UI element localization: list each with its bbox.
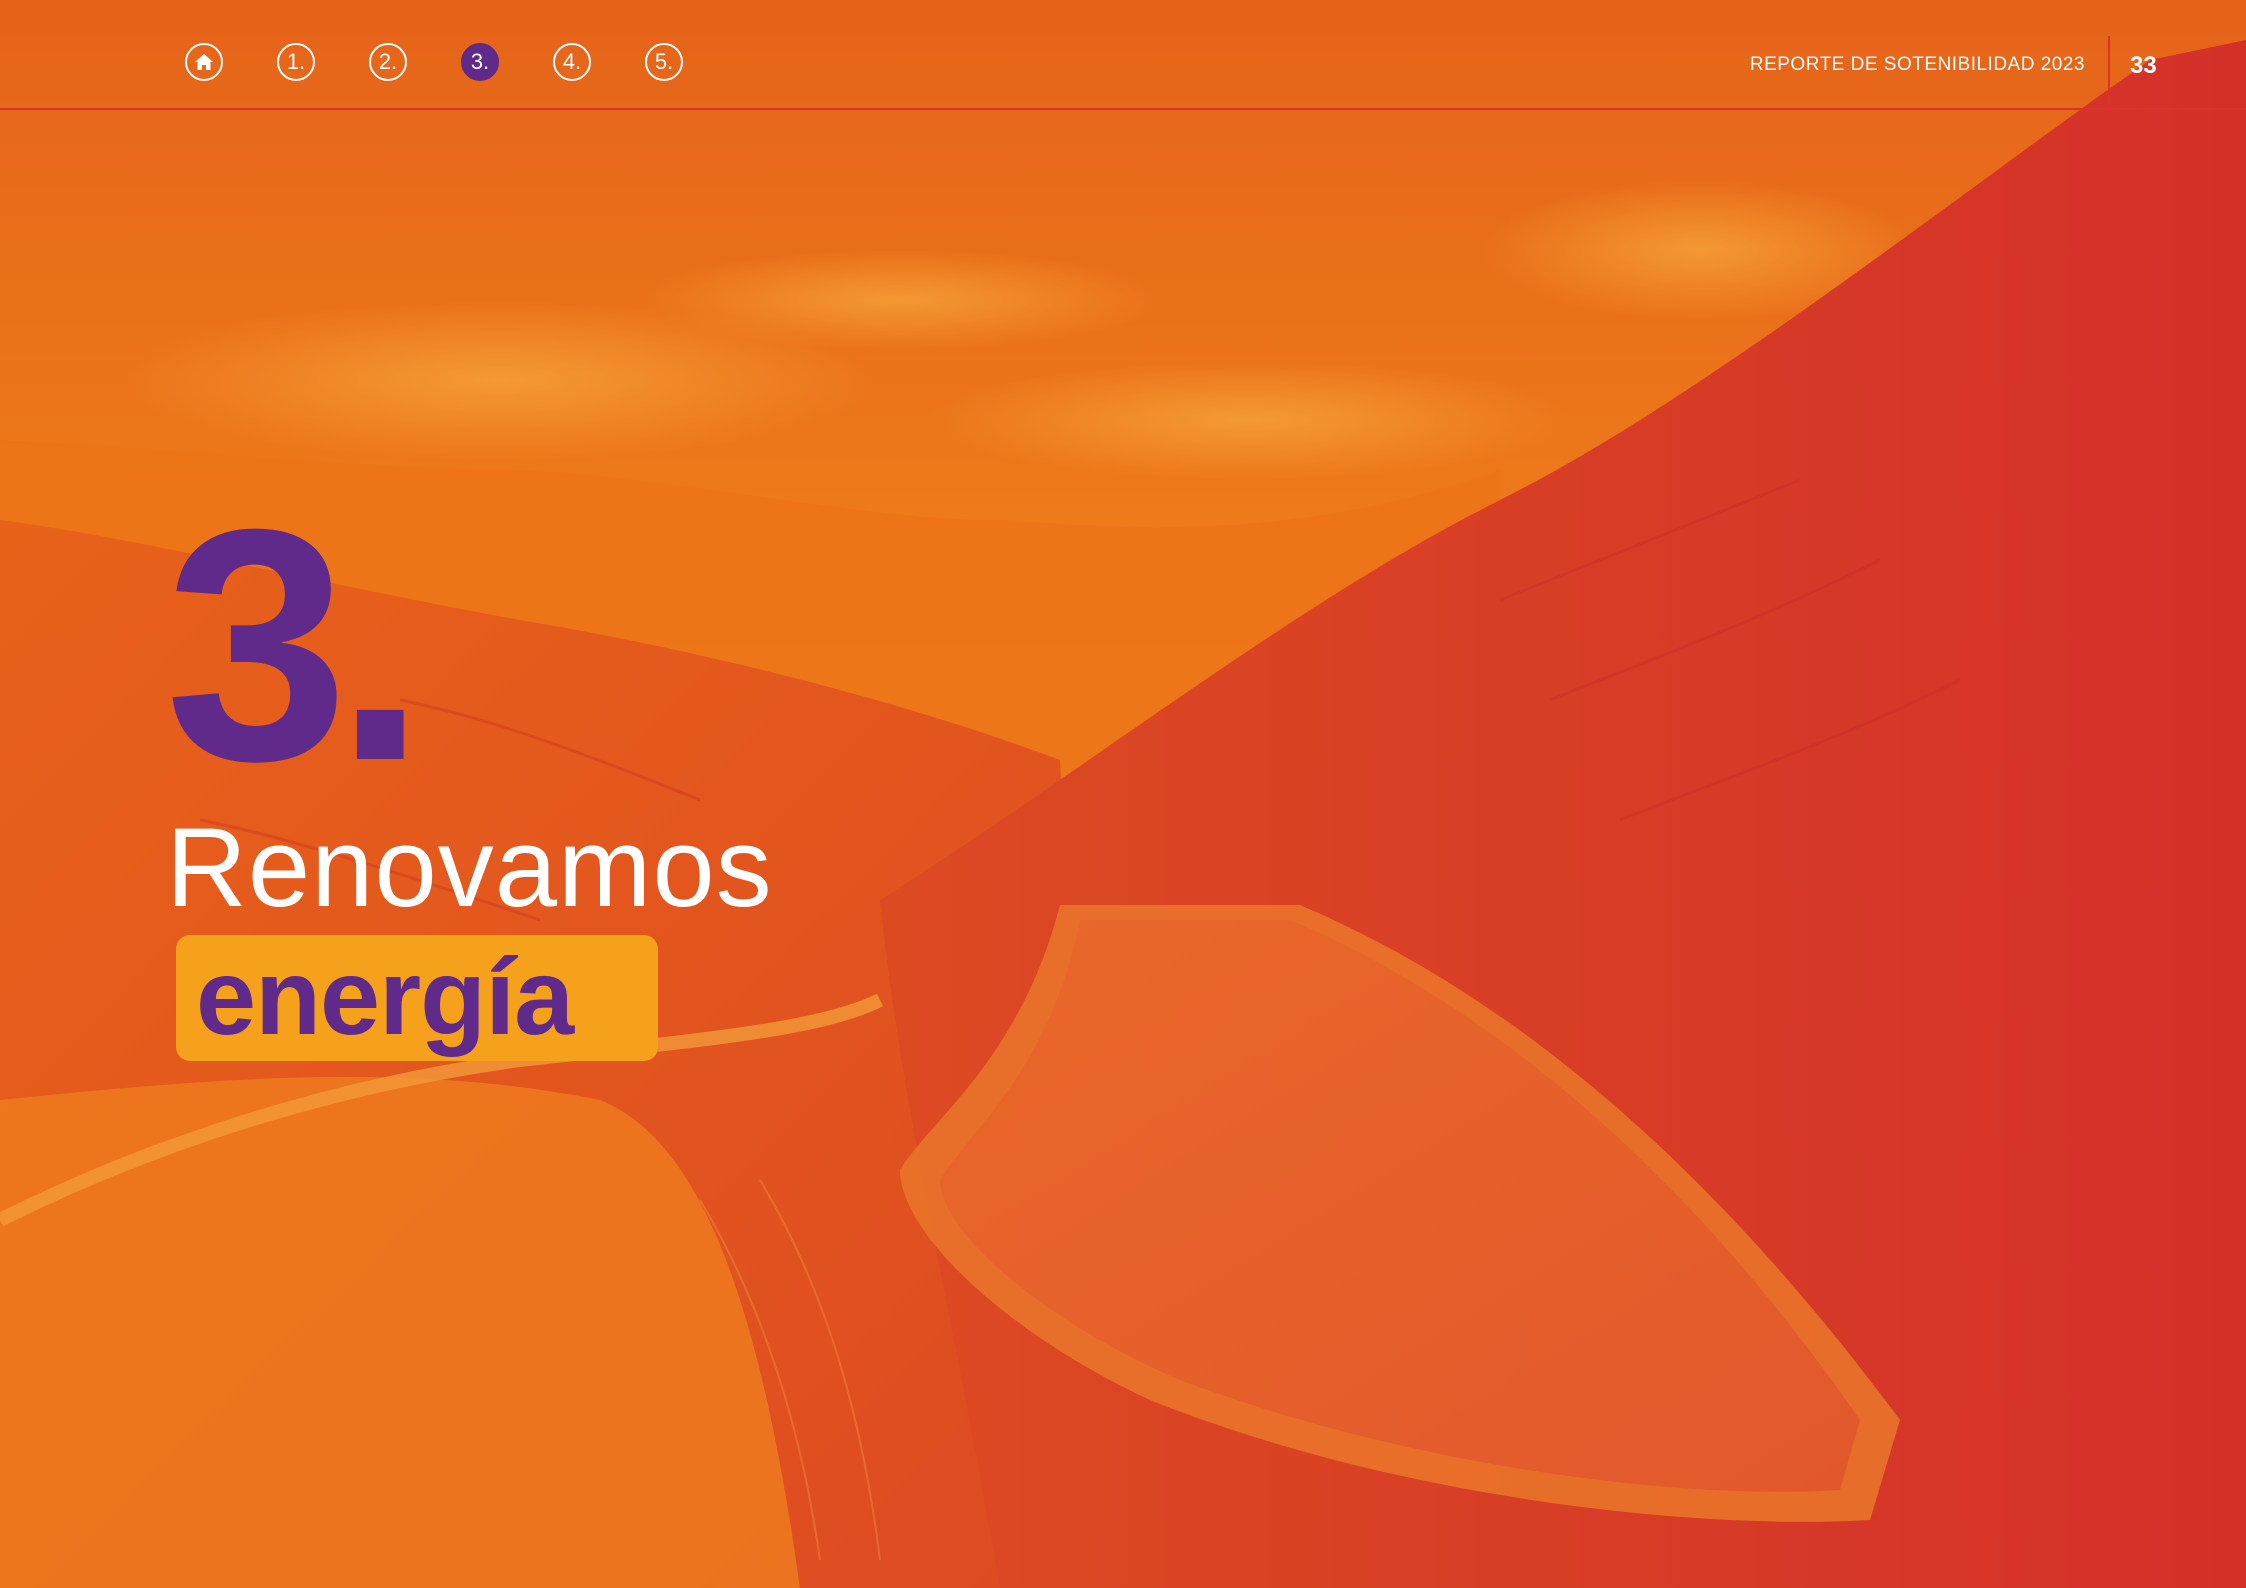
home-icon [195,54,213,70]
chapter-navigation: 1. 2. 3. 4. 5. [185,43,683,81]
nav-chapter-3-button[interactable]: 3. [461,43,499,81]
nav-chapter-4-button[interactable]: 4. [553,43,591,81]
nav-chapter-5-button[interactable]: 5. [645,43,683,81]
header-divider [2108,36,2110,106]
nav-home-button[interactable] [185,43,223,81]
page-number: 33 [2130,52,2157,79]
header-rule [0,108,2246,110]
nav-chapter-2-button[interactable]: 2. [369,43,407,81]
section-title-line1: Renovamos [166,805,773,930]
section-title-line2: energía [196,936,574,1057]
nav-chapter-1-button[interactable]: 1. [277,43,315,81]
top-navigation-bar: 1. 2. 3. 4. 5. REPORTE DE SOTENIBILIDAD … [0,0,2246,110]
report-title: REPORTE DE SOTENIBILIDAD 2023 [1749,54,2085,75]
page: 1. 2. 3. 4. 5. REPORTE DE SOTENIBILIDAD … [0,0,2246,1588]
section-number: 3. [165,460,426,829]
